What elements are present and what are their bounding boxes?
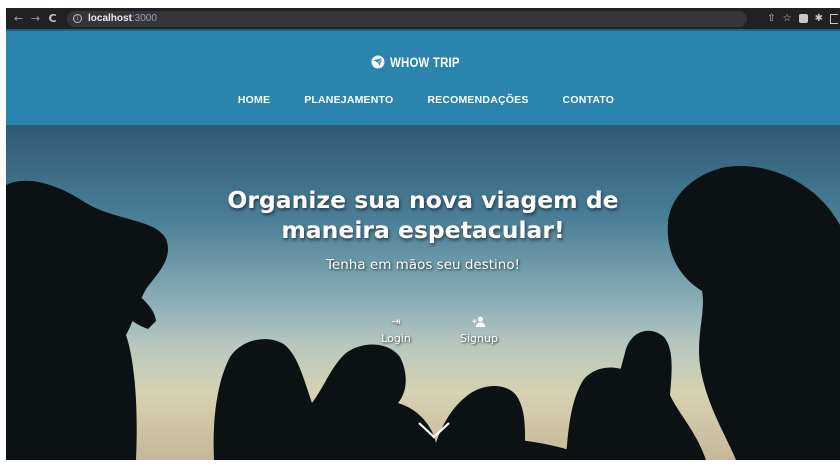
profile-icon[interactable] [830, 13, 838, 24]
nav-home[interactable]: HOME [238, 94, 270, 106]
hero-background-image [6, 165, 840, 460]
share-icon[interactable]: ⇧ [767, 8, 775, 29]
globe-plane-icon [371, 55, 385, 69]
login-label: Login [381, 332, 411, 345]
brand-logo[interactable]: WHOW TRIP [6, 54, 840, 70]
browser-toolbar: ← → C i localhost:3000 ⇧ ☆ ✱ [6, 8, 840, 29]
back-icon[interactable]: ← [10, 8, 27, 29]
hero-title-line-2: maneira espetacular! [281, 216, 565, 244]
nav-contato[interactable]: CONTATO [563, 94, 615, 106]
browser-actions: ⇧ ☆ ✱ [767, 8, 840, 29]
info-icon[interactable]: i [73, 14, 82, 23]
signup-button[interactable]: Signup [449, 315, 509, 345]
signup-label: Signup [460, 332, 498, 345]
nav-recomendacoes[interactable]: RECOMENDAÇÕES [427, 94, 528, 106]
site-header: WHOW TRIP HOME PLANEJAMENTO RECOMENDAÇÕE… [6, 29, 840, 125]
brand-name: WHOW TRIP [389, 54, 460, 70]
main-nav: HOME PLANEJAMENTO RECOMENDAÇÕES CONTATO [6, 94, 840, 106]
reload-icon[interactable]: C [44, 8, 61, 29]
hero-title: Organize sua nova viagem de maneira espe… [6, 185, 840, 245]
address-bar[interactable]: i localhost:3000 [67, 10, 747, 27]
login-icon: ⇥ [391, 315, 401, 328]
bookmark-star-icon[interactable]: ☆ [783, 8, 792, 29]
hero-title-line-1: Organize sua nova viagem de [227, 186, 619, 214]
browser-window: ← → C i localhost:3000 ⇧ ☆ ✱ WHOW TRIP H… [6, 8, 840, 460]
url-port: :3000 [131, 13, 157, 24]
chevron-down-icon[interactable] [418, 420, 450, 440]
puzzle-icon[interactable]: ✱ [815, 8, 823, 29]
url-host: localhost [88, 13, 132, 24]
forward-icon[interactable]: → [27, 8, 44, 29]
login-button[interactable]: ⇥ Login [366, 315, 426, 345]
extension-icon[interactable] [798, 14, 808, 23]
nav-planejamento[interactable]: PLANEJAMENTO [304, 94, 393, 106]
hero-subtitle: Tenha em mãos seu destino! [325, 257, 521, 273]
person-add-icon [449, 315, 509, 329]
hero-section: Organize sua nova viagem de maneira espe… [6, 125, 840, 460]
